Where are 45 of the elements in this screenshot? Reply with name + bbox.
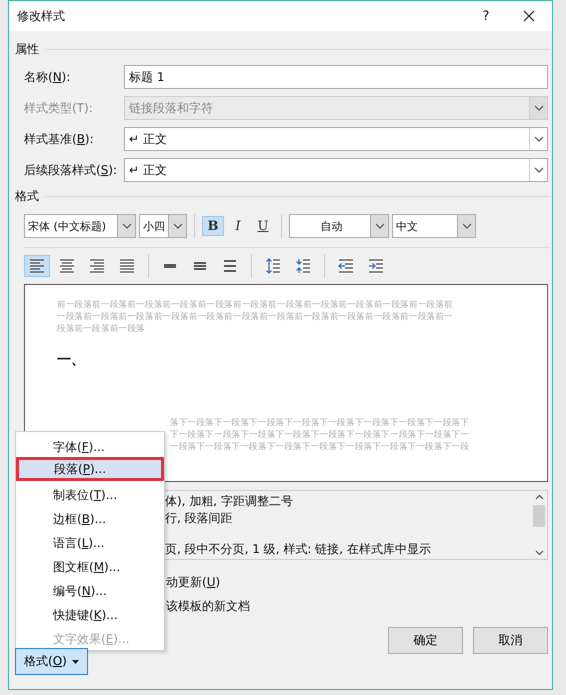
option-label: 动更新(U) [166,575,220,589]
preview-text: 落下一段落下一段落下一段落下一段落下一段落下一段落下一段落下一段落下 [170,417,470,429]
italic-button[interactable]: I [227,216,249,236]
field-label: 样式类型(T): [23,100,94,116]
menu-item[interactable]: 语言(L)... [16,529,164,553]
menu-item[interactable]: 字体(F)... [16,433,164,457]
section-heading: 格式 [15,188,39,205]
preview-text: 一段落下一段落下一段落下一段落下一段落下一段落下一段落下一段落下一段 [170,441,470,453]
option-label: 该模板的新文档 [166,599,250,613]
bold-button[interactable]: B [202,216,224,236]
preview-text: 前一段落前一段落前一段落前一段落前一段落前一段落前一段落前一段落前一段落前一段落前一段落前 [57,299,454,311]
dialog-button[interactable]: 取消 [473,627,548,654]
description-text: 页, 段中不分页, 1 级, 样式: 链接, 在样式库中显示 [165,541,432,558]
description-text: 行, 段落间距 [165,510,234,527]
menu-item[interactable]: 段落(P)... [16,457,164,481]
dropdown-field[interactable]: ↵ 正文 [124,158,548,182]
input-field[interactable]: 标题 1 [124,65,548,89]
menu-item[interactable]: 图文框(M)... [16,553,164,577]
dropdown-field[interactable]: ↵ 正文 [124,127,548,151]
menu-item[interactable]: 边框(B)... [16,505,164,529]
help-button[interactable]: ? [466,8,506,24]
format-button[interactable]: 格式(O) [15,648,88,675]
align-left-icon[interactable] [24,255,50,277]
field-label: 后续段落样式(S): [23,162,118,178]
menu-item[interactable]: 编号(N)... [16,577,164,601]
underline-button[interactable]: U [252,216,274,236]
color-dropdown[interactable]: 自动 [289,214,389,238]
description-text: 体), 加粗, 字距调整二号 [165,493,294,510]
sample-heading: 一、 [57,352,85,368]
language-dropdown[interactable]: 中文 [392,214,476,238]
dialog-button[interactable]: 确定 [388,627,463,654]
preview-text: 下一段落下一段落下一段落下一段落下一段落下一段落下一段落下一段落下一 [170,429,470,441]
section-heading: 属性 [15,41,39,58]
window-title: 修改样式 [17,8,66,24]
scroll-up-icon[interactable] [534,494,544,500]
field-label: 名称(N): [23,68,72,86]
preview-text: 段落前一段落前一段落 [57,323,146,335]
font-dropdown[interactable]: 宋体 (中文标题) [24,214,136,238]
field-label: 样式基准(B): [23,130,95,148]
size-dropdown[interactable]: 小四 [139,214,187,238]
menu-item[interactable]: 制表位(T)... [16,481,164,505]
menu-item[interactable]: 快捷键(K)... [16,601,164,625]
preview-text: 一段落前一段落前一段落前一段落前一段落前一段落前一段落前一段落前一段落前一段落前一段落前一 [57,311,454,323]
caret-icon [72,660,79,664]
scroll-down-icon[interactable] [534,550,544,556]
